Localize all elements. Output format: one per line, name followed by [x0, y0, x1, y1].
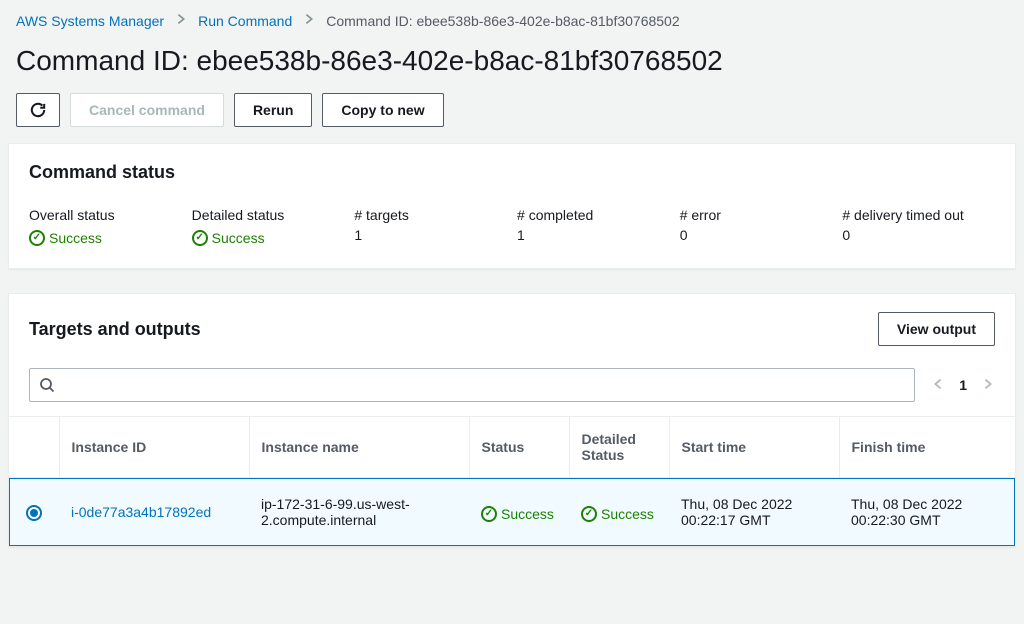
search-icon: [39, 377, 55, 393]
success-icon: [481, 506, 497, 522]
cell-instance-name: ip-172-31-6-99.us-west-2.compute.interna…: [249, 478, 469, 547]
status-error: # error 0: [680, 207, 833, 246]
column-instance-id[interactable]: Instance ID: [59, 417, 249, 478]
status-label: Detailed status: [192, 207, 345, 223]
status-value: 0: [680, 227, 833, 243]
command-status-heading: Command status: [29, 162, 175, 183]
toolbar: Cancel command Rerun Copy to new: [0, 93, 1024, 143]
page-number: 1: [959, 377, 967, 393]
status-label: # delivery timed out: [842, 207, 995, 223]
page-title: Command ID: ebee538b-86e3-402e-b8ac-81bf…: [0, 41, 1024, 93]
status-completed: # completed 1: [517, 207, 670, 246]
breadcrumb-current: Command ID: ebee538b-86e3-402e-b8ac-81bf…: [326, 13, 679, 29]
column-status[interactable]: Status: [469, 417, 569, 478]
targets-table: Instance ID Instance name Status Detaile…: [9, 416, 1015, 546]
refresh-button[interactable]: [16, 93, 60, 127]
targets-panel: Targets and outputs View output 1: [8, 293, 1016, 547]
row-radio[interactable]: [26, 505, 42, 521]
rerun-button[interactable]: Rerun: [234, 93, 312, 127]
column-instance-name[interactable]: Instance name: [249, 417, 469, 478]
search-input[interactable]: [29, 368, 915, 402]
status-overall: Overall status Success: [29, 207, 182, 246]
chevron-right-icon: [302, 12, 316, 29]
status-value: Success: [192, 230, 265, 246]
cell-status: Success: [481, 506, 554, 522]
cell-detailed-status: Success: [581, 506, 654, 522]
status-targets: # targets 1: [354, 207, 507, 246]
status-label: # completed: [517, 207, 670, 223]
view-output-button[interactable]: View output: [878, 312, 995, 346]
search-wrap: [29, 368, 915, 402]
status-label: # error: [680, 207, 833, 223]
status-value: 0: [842, 227, 995, 243]
column-select: [9, 417, 59, 478]
status-row: Overall status Success Detailed status S…: [9, 191, 1015, 268]
pager: 1: [931, 377, 995, 394]
command-status-panel: Command status Overall status Success De…: [8, 143, 1016, 269]
chevron-right-icon: [174, 12, 188, 29]
status-delivery-timed-out: # delivery timed out 0: [842, 207, 995, 246]
status-value: 1: [354, 227, 507, 243]
status-value: 1: [517, 227, 670, 243]
status-value: Success: [29, 230, 102, 246]
column-detailed-status[interactable]: Detailed Status: [569, 417, 669, 478]
success-icon: [192, 230, 208, 246]
table-row[interactable]: i-0de77a3a4b17892ed ip-172-31-6-99.us-we…: [9, 478, 1015, 547]
success-icon: [581, 506, 597, 522]
next-page-button[interactable]: [981, 377, 995, 394]
copy-to-new-button[interactable]: Copy to new: [322, 93, 443, 127]
status-label: Overall status: [29, 207, 182, 223]
cell-start-time: Thu, 08 Dec 2022 00:22:17 GMT: [669, 478, 839, 547]
refresh-icon: [29, 101, 47, 119]
success-icon: [29, 230, 45, 246]
breadcrumb: AWS Systems Manager Run Command Command …: [0, 0, 1024, 41]
cancel-command-button: Cancel command: [70, 93, 224, 127]
prev-page-button[interactable]: [931, 377, 945, 394]
cell-finish-time: Thu, 08 Dec 2022 00:22:30 GMT: [839, 478, 1015, 547]
column-start-time[interactable]: Start time: [669, 417, 839, 478]
breadcrumb-link-systems-manager[interactable]: AWS Systems Manager: [16, 13, 164, 29]
breadcrumb-link-run-command[interactable]: Run Command: [198, 13, 292, 29]
targets-heading: Targets and outputs: [29, 319, 201, 340]
status-label: # targets: [354, 207, 507, 223]
instance-id-link[interactable]: i-0de77a3a4b17892ed: [71, 504, 211, 520]
column-finish-time[interactable]: Finish time: [839, 417, 1015, 478]
status-detailed: Detailed status Success: [192, 207, 345, 246]
